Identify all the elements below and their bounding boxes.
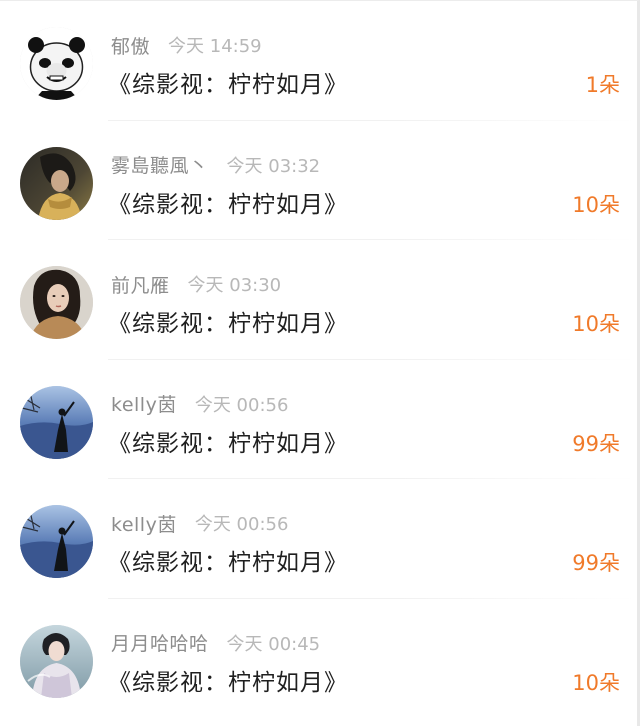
avatar[interactable] [20,385,93,459]
gift-record-page: 郁傲 今天 14:59 《综影视：柠柠如月》 1朵 雾島聽風丶 今天 03:32… [0,0,640,726]
timestamp: 今天 00:56 [194,394,289,416]
book-title[interactable]: 《综影视：柠柠如月》 [108,185,348,219]
list-item[interactable]: kelly茵 今天 00:56 《综影视：柠柠如月》 99朵 [0,479,637,599]
lakeside-silhouette-avatar-icon [20,385,93,459]
gift-count: 10朵 [572,192,620,217]
book-title[interactable]: 《综影视：柠柠如月》 [108,543,348,577]
avatar[interactable] [20,505,93,578]
avatar[interactable] [20,146,93,220]
panda-meme-avatar-icon [20,27,93,100]
gift-count: 99朵 [572,551,620,575]
list-item[interactable]: 雾島聽風丶 今天 03:32 《综影视：柠柠如月》 10朵 [0,121,637,240]
list-item[interactable]: 月月哈哈哈 今天 00:45 《综影视：柠柠如月》 10朵 [0,599,637,719]
item-meta: 前凡雁 今天 03:30 [111,271,281,297]
woman-portrait-avatar-icon [20,266,93,339]
timestamp: 今天 00:56 [194,514,289,535]
timestamp: 今天 14:59 [168,36,262,57]
list-item[interactable]: 郁傲 今天 14:59 《综影视：柠柠如月》 1朵 [0,1,637,121]
hanfu-woman-avatar-icon [20,624,93,698]
book-title[interactable]: 《综影视：柠柠如月》 [108,424,348,458]
item-meta: 郁傲 今天 14:59 [111,32,262,58]
username[interactable]: 月月哈哈哈 [111,629,209,656]
gift-count: 10朵 [572,312,620,336]
gift-record-list: 郁傲 今天 14:59 《综影视：柠柠如月》 1朵 雾島聽風丶 今天 03:32… [0,1,637,718]
girl-photo-avatar-icon [20,146,93,220]
username[interactable]: 前凡雁 [111,271,170,298]
book-title[interactable]: 《综影视：柠柠如月》 [108,65,348,99]
avatar[interactable] [20,266,93,339]
list-item[interactable]: kelly茵 今天 00:56 《综影视：柠柠如月》 99朵 [0,360,637,479]
item-meta: 雾島聽風丶 今天 03:32 [111,152,320,178]
username[interactable]: kelly茵 [111,390,177,417]
gift-count: 99朵 [572,431,620,456]
book-title[interactable]: 《综影视：柠柠如月》 [108,663,348,697]
item-meta: 月月哈哈哈 今天 00:45 [111,630,320,656]
item-meta: kelly茵 今天 00:56 [111,391,288,417]
username[interactable]: kelly茵 [111,510,177,537]
avatar[interactable] [20,624,93,698]
username[interactable]: 雾島聽風丶 [111,151,209,178]
item-meta: kelly茵 今天 00:56 [111,510,288,536]
book-title[interactable]: 《综影视：柠柠如月》 [108,304,348,338]
gift-count: 10朵 [572,670,620,695]
timestamp: 今天 03:32 [226,155,321,177]
lakeside-silhouette-avatar-icon [20,505,93,578]
timestamp: 今天 00:45 [226,633,321,655]
username[interactable]: 郁傲 [111,32,150,59]
avatar[interactable] [20,27,93,100]
gift-count: 1朵 [585,73,620,97]
list-item[interactable]: 前凡雁 今天 03:30 《综影视：柠柠如月》 10朵 [0,240,637,360]
timestamp: 今天 03:30 [187,275,282,296]
